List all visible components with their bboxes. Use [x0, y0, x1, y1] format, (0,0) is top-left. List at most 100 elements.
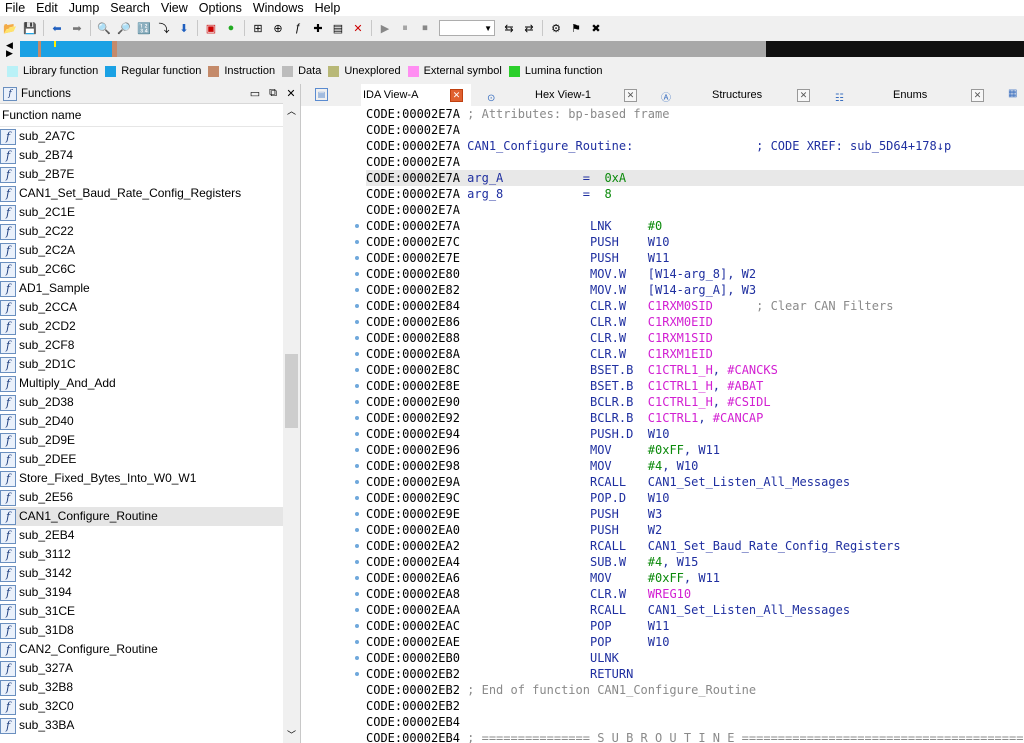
column-header-function-name[interactable]: Function name — [0, 104, 300, 127]
settings-icon[interactable]: ⚙ — [548, 20, 564, 36]
function-list-item[interactable]: f sub_32B8 — [0, 678, 300, 697]
function-list-item[interactable]: f Multiply_And_Add — [0, 374, 300, 393]
disasm-line[interactable]: CODE:00002EAC POP W11 — [366, 618, 1024, 634]
menu-edit[interactable]: Edit — [31, 0, 64, 16]
breakpoint-dot[interactable] — [355, 480, 359, 484]
function-list-item[interactable]: f AD1_Sample — [0, 279, 300, 298]
flow-icon[interactable]: ✚ — [310, 20, 326, 36]
function-list-item[interactable]: f sub_2DEE — [0, 450, 300, 469]
attach-icon[interactable]: ⇆ — [501, 20, 517, 36]
disasm-line[interactable]: CODE:00002E9E PUSH W3 — [366, 506, 1024, 522]
disasm-line[interactable]: CODE:00002E82 MOV.W [W14-arg_A], W3 — [366, 282, 1024, 298]
function-list-item[interactable]: f sub_3142 — [0, 564, 300, 583]
breakpoint-dot[interactable] — [355, 432, 359, 436]
disasm-line[interactable]: CODE:00002E7E PUSH W11 — [366, 250, 1024, 266]
breakpoint-dot[interactable] — [355, 464, 359, 468]
add-icon[interactable]: ⊕ — [270, 20, 286, 36]
function-list-item[interactable]: f CAN1_Set_Baud_Rate_Config_Registers — [0, 184, 300, 203]
function-list-item[interactable]: f sub_2D9E — [0, 431, 300, 450]
search-text-icon[interactable]: 🔎 — [116, 20, 132, 36]
disasm-line[interactable]: CODE:00002E80 MOV.W [W14-arg_8], W2 — [366, 266, 1024, 282]
disasm-line[interactable]: CODE:00002E7A — [366, 122, 1024, 138]
plugin-icon[interactable]: ⚑ — [568, 20, 584, 36]
breakpoint-dot[interactable] — [355, 224, 359, 228]
functions-scrollbar[interactable]: ︿ ﹀ — [283, 102, 300, 743]
function-list-item[interactable]: f sub_2D38 — [0, 393, 300, 412]
breakpoint-dot[interactable] — [355, 288, 359, 292]
function-list-item[interactable]: f sub_2C6C — [0, 260, 300, 279]
function-list-item[interactable]: f sub_2C2A — [0, 241, 300, 260]
jump-icon[interactable]: ⤵ — [156, 20, 172, 36]
breakpoint-dot[interactable] — [355, 496, 359, 500]
open-icon[interactable]: 📂 — [2, 20, 18, 36]
breakpoint-dot[interactable] — [355, 320, 359, 324]
breakpoint-dot[interactable] — [355, 352, 359, 356]
debugger-combo[interactable]: ▼ — [439, 20, 495, 36]
detach-icon[interactable]: ⇄ — [521, 20, 537, 36]
tab-hex-view-1[interactable]: ⊙ Hex View-1 ✕ — [483, 84, 643, 106]
breakpoint-dot[interactable] — [355, 608, 359, 612]
disasm-line[interactable]: CODE:00002EB4 — [366, 714, 1024, 730]
play-icon[interactable]: ▶ — [377, 20, 393, 36]
tab-enums[interactable]: ☷ Enums ✕ — [829, 84, 989, 106]
tools-icon[interactable]: ✖ — [588, 20, 604, 36]
disasm-line[interactable]: CODE:00002EA2 RCALL CAN1_Set_Baud_Rate_C… — [366, 538, 1024, 554]
disasm-line[interactable]: CODE:00002EA6 MOV #0xFF, W11 — [366, 570, 1024, 586]
tab-close-icon[interactable]: ✕ — [624, 89, 637, 102]
function-list-item[interactable]: f sub_327A — [0, 659, 300, 678]
breakpoint-dot[interactable] — [355, 624, 359, 628]
menu-windows[interactable]: Windows — [248, 0, 310, 16]
disasm-line[interactable]: CODE:00002EA8 CLR.W WREG10 — [366, 586, 1024, 602]
function-list-item[interactable]: f sub_3194 — [0, 583, 300, 602]
float-icon[interactable]: ⧉ — [264, 87, 282, 100]
disasm-line[interactable]: CODE:00002EB0 ULNK — [366, 650, 1024, 666]
breakpoint-dot[interactable] — [355, 560, 359, 564]
menu-help[interactable]: Help — [310, 0, 347, 16]
search-imm-icon[interactable]: 🔢 — [136, 20, 152, 36]
disasm-line[interactable]: CODE:00002E7A — [366, 154, 1024, 170]
function-list-item[interactable]: f CAN1_Configure_Routine — [0, 507, 300, 526]
function-list-item[interactable]: f sub_2E56 — [0, 488, 300, 507]
disasm-line[interactable]: CODE:00002E90 BCLR.B C1CTRL1_H, #CSIDL — [366, 394, 1024, 410]
breakpoint-dot[interactable] — [355, 640, 359, 644]
function-list-item[interactable]: f sub_2C1E — [0, 203, 300, 222]
navigation-strip[interactable] — [20, 41, 1024, 57]
function-list-item[interactable]: f sub_31CE — [0, 602, 300, 621]
function-list-item[interactable]: f sub_2EB4 — [0, 526, 300, 545]
breakpoint-dot[interactable] — [355, 384, 359, 388]
function-list-item[interactable]: f Store_Fixed_Bytes_Into_W0_W1 — [0, 469, 300, 488]
green-dot-icon[interactable]: ● — [223, 20, 239, 36]
breakpoint-dot[interactable] — [355, 544, 359, 548]
disasm-line[interactable]: CODE:00002E7A arg_A = 0xA — [366, 170, 1024, 186]
disasm-line[interactable]: CODE:00002E8C BSET.B C1CTRL1_H, #CANCKS — [366, 362, 1024, 378]
stop-debug-icon[interactable]: ⏹ — [417, 20, 433, 36]
tab-structures[interactable]: Ⓐ Structures ✕ — [655, 84, 815, 106]
menu-jump[interactable]: Jump — [64, 0, 106, 16]
disasm-line[interactable]: CODE:00002E88 CLR.W C1RXM1SID — [366, 330, 1024, 346]
function-list-item[interactable]: f sub_2B74 — [0, 146, 300, 165]
disasm-line[interactable]: CODE:00002E8E BSET.B C1CTRL1_H, #ABAT — [366, 378, 1024, 394]
breakpoint-dot[interactable] — [355, 592, 359, 596]
imports-icon[interactable]: ▦ — [1008, 88, 1017, 99]
restore-icon[interactable]: ▭ — [246, 87, 264, 100]
disasm-line[interactable]: CODE:00002E96 MOV #0xFF, W11 — [366, 442, 1024, 458]
scroll-up-icon[interactable]: ︿ — [287, 104, 296, 117]
disasm-line[interactable]: CODE:00002E7A ; Attributes: bp-based fra… — [366, 106, 1024, 122]
function-list-item[interactable]: f sub_2C22 — [0, 222, 300, 241]
menu-options[interactable]: Options — [194, 0, 248, 16]
breakpoint-dot[interactable] — [355, 400, 359, 404]
disasm-line[interactable]: CODE:00002E7C PUSH W10 — [366, 234, 1024, 250]
scrollbar-thumb[interactable] — [285, 354, 298, 428]
menu-search[interactable]: Search — [105, 0, 156, 16]
breakpoint-dot[interactable] — [355, 672, 359, 676]
function-list-item[interactable]: f sub_2CCA — [0, 298, 300, 317]
disasm-line[interactable]: CODE:00002EA0 PUSH W2 — [366, 522, 1024, 538]
function-list-item[interactable]: f sub_2CD2 — [0, 317, 300, 336]
breakpoint-dot[interactable] — [355, 368, 359, 372]
breakpoint-dot[interactable] — [355, 576, 359, 580]
disasm-line[interactable]: CODE:00002E86 CLR.W C1RXM0EID — [366, 314, 1024, 330]
sync-icon[interactable]: ▤ — [315, 88, 328, 101]
disasm-line[interactable]: CODE:00002EB4 ; =============== S U B R … — [366, 730, 1024, 743]
breakpoint-dot[interactable] — [355, 272, 359, 276]
navigation-band[interactable]: ◀ ▶ — [0, 40, 1024, 60]
